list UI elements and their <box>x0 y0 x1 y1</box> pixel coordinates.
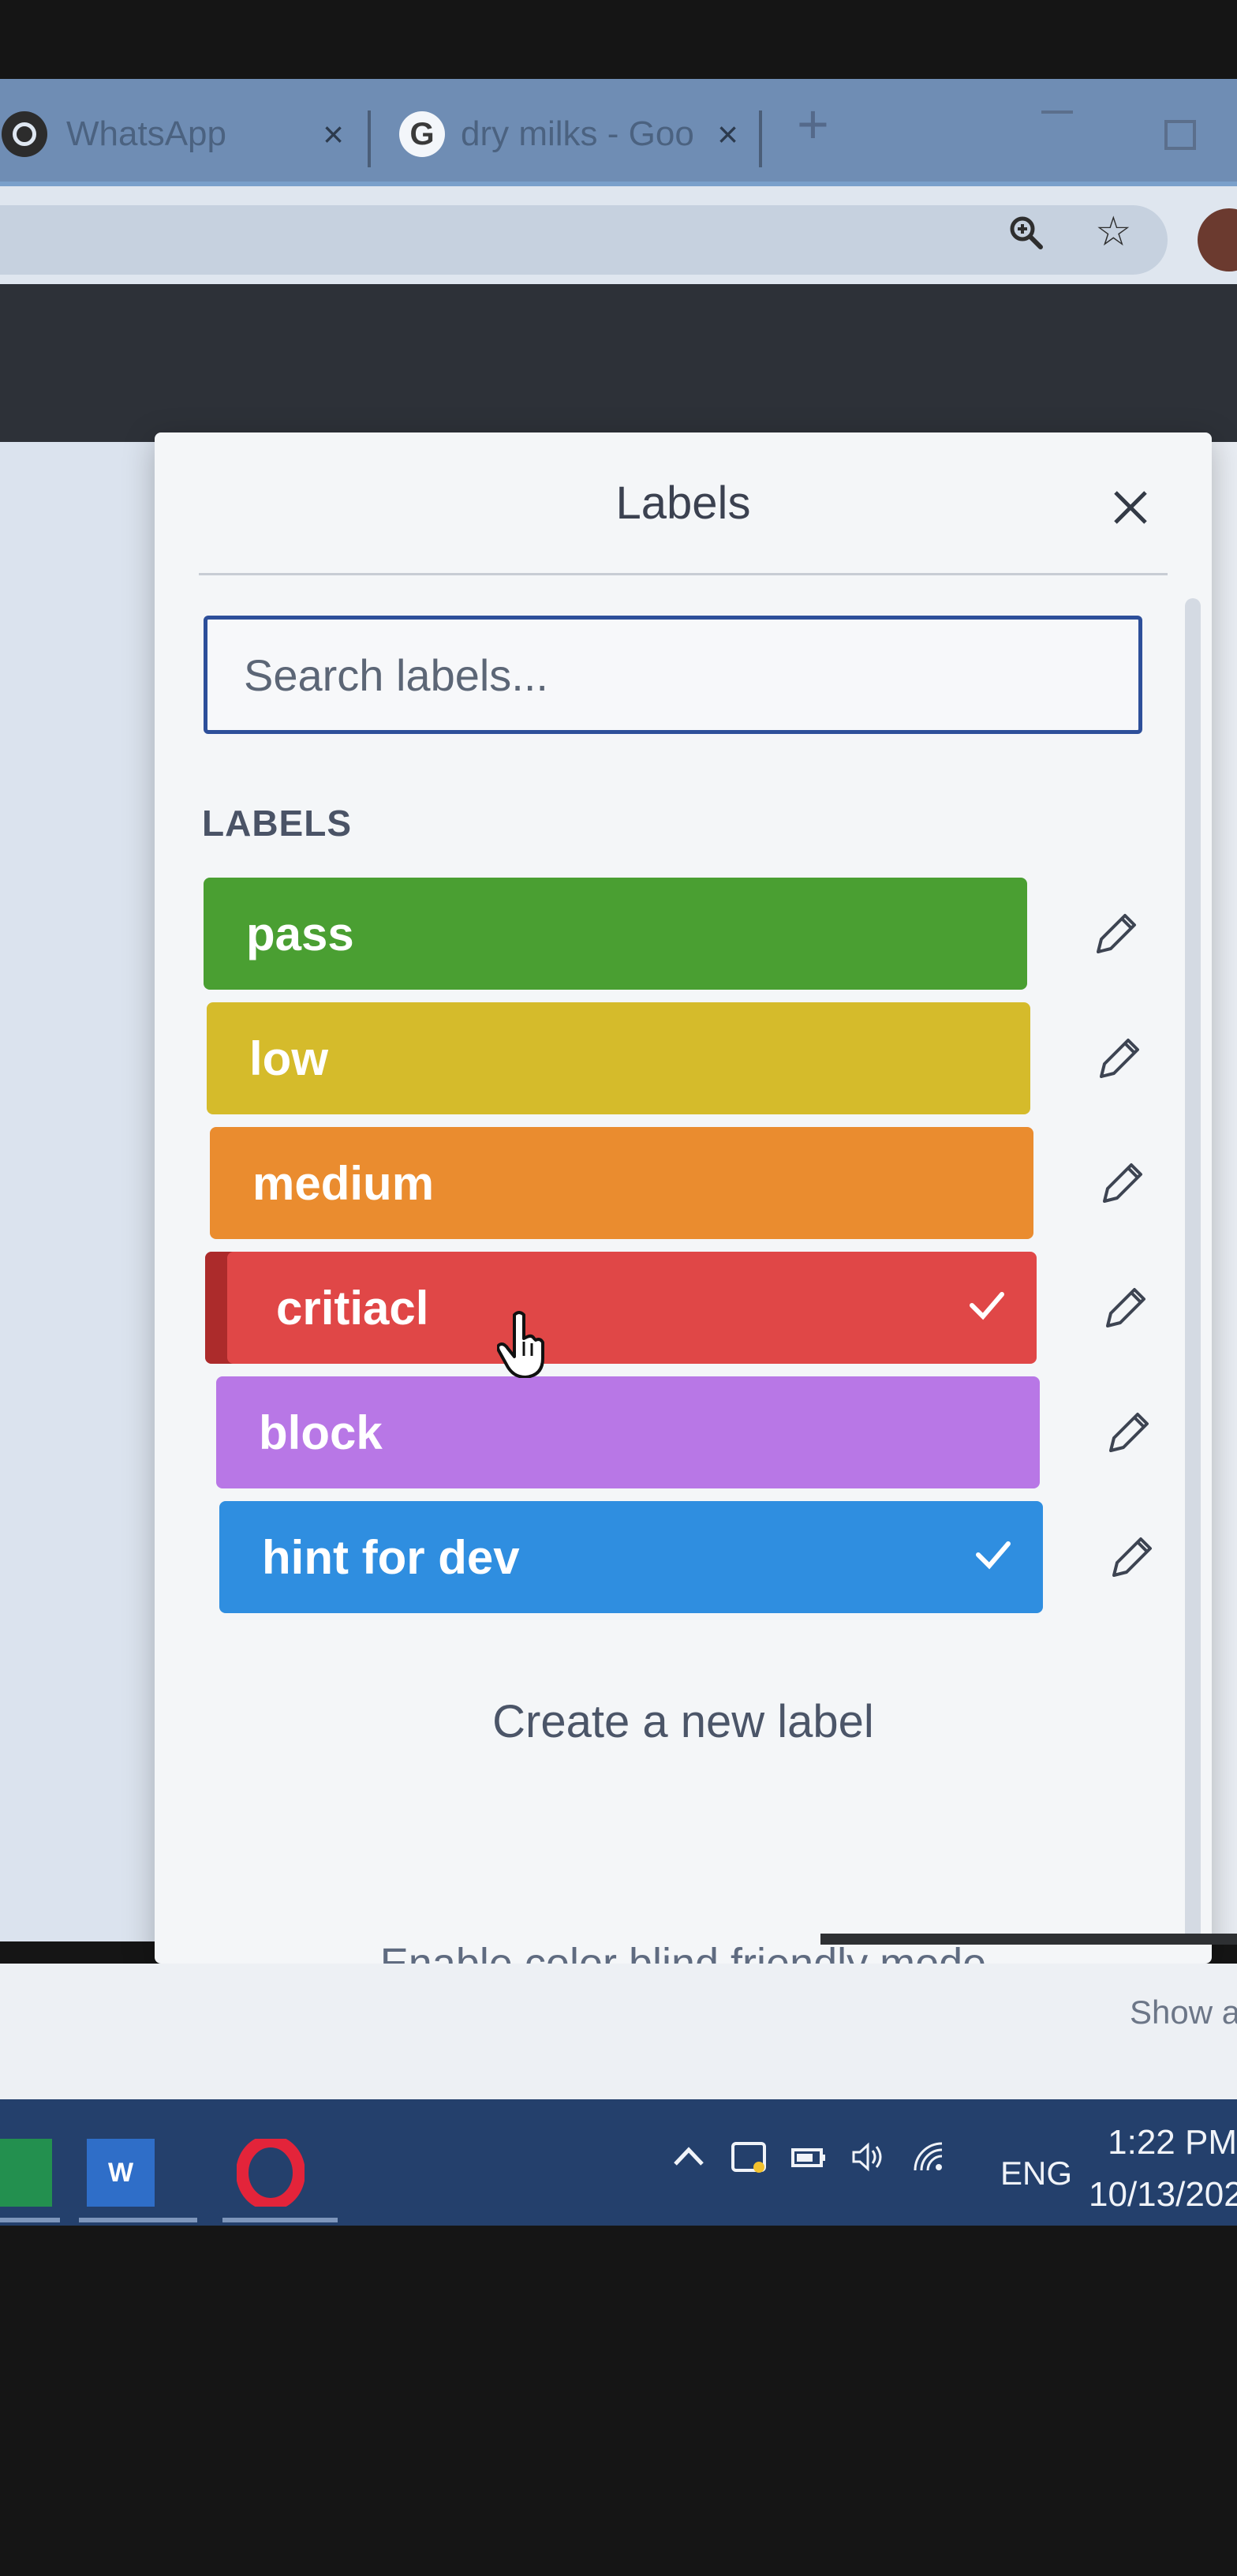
label-name: hint for dev <box>262 1530 520 1584</box>
address-bar: ☆ <box>0 182 1237 289</box>
bookmark-star-icon[interactable]: ☆ <box>1095 212 1132 253</box>
edit-pencil-icon[interactable] <box>1103 1283 1150 1331</box>
tab-google-search[interactable]: G dry milks - Goo × <box>379 88 757 180</box>
wifi-icon[interactable] <box>910 2139 947 2175</box>
close-icon[interactable] <box>1109 486 1152 529</box>
board-footer <box>0 1964 1237 2114</box>
label-chip[interactable]: pass <box>204 878 1027 990</box>
whatsapp-icon <box>2 111 47 157</box>
label-name: low <box>249 1032 328 1085</box>
meet-now-icon[interactable] <box>731 2139 767 2175</box>
label-chip[interactable]: critiacl <box>205 1252 1037 1364</box>
label-name: critiacl <box>276 1281 429 1335</box>
hand-cursor-icon <box>497 1311 544 1378</box>
taskbar-clock[interactable]: 1:22 PM 10/13/2020 <box>1089 2117 1237 2221</box>
browser-tab-strip: WhatsApp × G dry milks - Goo × <box>0 79 1237 182</box>
word-taskbar-icon[interactable]: W <box>87 2139 155 2207</box>
clock-time: 1:22 PM <box>1108 2123 1237 2162</box>
active-indicator <box>79 2218 197 2222</box>
new-tab-icon[interactable]: + <box>797 96 829 152</box>
chevron-up-icon[interactable] <box>671 2139 707 2175</box>
tab-separator <box>759 110 762 167</box>
minimize-icon[interactable] <box>1041 110 1073 114</box>
edit-pencil-icon[interactable] <box>1093 909 1141 957</box>
edit-pencil-icon[interactable] <box>1097 1034 1144 1081</box>
close-tab-icon[interactable]: × <box>323 113 344 155</box>
windows-taskbar: W ENG 1:22 PM 10/13/2020 <box>0 2099 1237 2226</box>
active-indicator <box>0 2218 60 2222</box>
label-chip[interactable]: low <box>207 1002 1030 1114</box>
opera-taskbar-icon[interactable] <box>237 2139 305 2207</box>
label-row: pass <box>204 878 1198 993</box>
edit-pencil-icon[interactable] <box>1106 1408 1153 1455</box>
tab-title: dry milks - Goo <box>461 114 694 153</box>
section-heading: LABELS <box>202 803 352 844</box>
volume-icon[interactable] <box>850 2139 887 2175</box>
language-indicator[interactable]: ENG <box>1000 2155 1072 2192</box>
label-row: block <box>216 1376 1210 1492</box>
create-label-button[interactable]: Create a new label <box>155 1695 1212 1748</box>
profile-avatar[interactable] <box>1198 208 1237 271</box>
battery-icon[interactable] <box>790 2139 827 2175</box>
label-row: critiacl <box>205 1252 1207 1367</box>
omnibox[interactable] <box>0 205 1168 275</box>
labels-popover: Labels LABELS pass low medium critiacl block… <box>155 432 1212 1964</box>
check-icon <box>970 1292 1004 1320</box>
edit-pencil-icon[interactable] <box>1100 1159 1147 1206</box>
active-indicator <box>222 2218 338 2222</box>
label-name: block <box>259 1406 383 1459</box>
tab-title: WhatsApp <box>66 114 226 153</box>
tab-separator <box>368 110 371 167</box>
label-row: low <box>207 1002 1201 1118</box>
close-tab-icon[interactable]: × <box>717 113 738 155</box>
label-name: medium <box>252 1156 435 1210</box>
edit-pencil-icon[interactable] <box>1109 1533 1157 1580</box>
label-name: pass <box>246 907 354 960</box>
label-chip[interactable]: medium <box>210 1127 1033 1239</box>
search-labels-input[interactable] <box>204 616 1142 734</box>
label-chip[interactable]: hint for dev <box>219 1501 1043 1613</box>
show-all-link[interactable]: Show a <box>1130 1994 1237 2031</box>
label-chip[interactable]: block <box>216 1376 1040 1488</box>
clock-date: 10/13/2020 <box>1089 2175 1237 2214</box>
label-row: hint for dev <box>219 1501 1213 1616</box>
excel-taskbar-icon[interactable] <box>0 2139 52 2207</box>
popover-title: Labels <box>615 477 751 529</box>
divider <box>199 573 1168 575</box>
system-tray <box>671 2139 970 2175</box>
check-icon <box>976 1541 1011 1570</box>
app-header <box>0 284 1237 442</box>
google-icon: G <box>399 111 445 157</box>
maximize-icon[interactable] <box>1164 120 1196 150</box>
board-edge <box>820 1934 1237 1945</box>
tab-whatsapp[interactable]: WhatsApp × <box>0 88 363 180</box>
label-row: medium <box>210 1127 1204 1242</box>
zoom-icon[interactable] <box>1008 215 1043 249</box>
